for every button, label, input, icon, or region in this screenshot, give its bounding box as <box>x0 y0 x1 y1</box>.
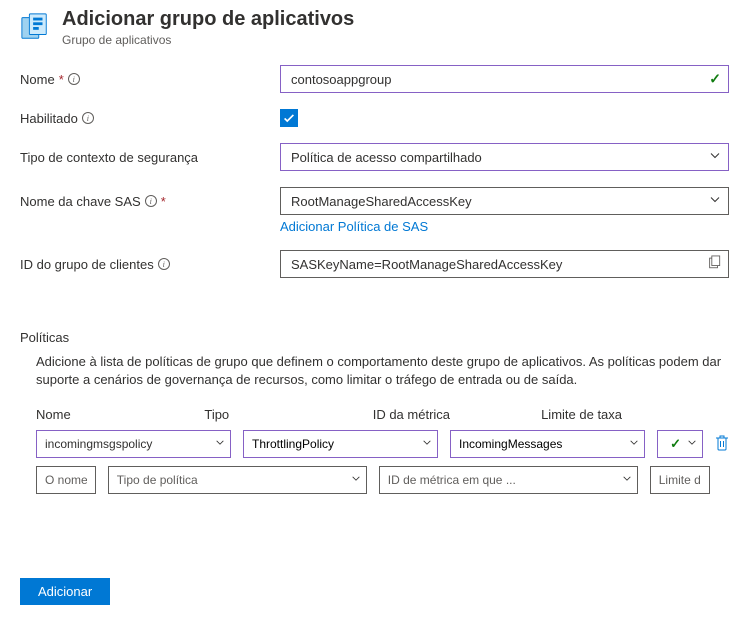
client-id-input[interactable] <box>280 250 729 278</box>
page-title: Adicionar grupo de aplicativos <box>62 8 354 31</box>
col-header-name: Nome <box>36 407 192 422</box>
enabled-checkbox[interactable] <box>280 109 298 127</box>
security-context-label: Tipo de contexto de segurança <box>20 150 280 165</box>
policy-rate-input[interactable] <box>650 466 710 494</box>
enabled-label: Habilitado i <box>20 111 280 126</box>
policy-name-input[interactable] <box>36 466 96 494</box>
sas-key-label: Nome da chave SAS i * <box>20 194 280 209</box>
security-context-select[interactable]: Política de acesso compartilhado <box>280 143 729 171</box>
app-group-icon <box>20 12 50 42</box>
col-header-metric: ID da métrica <box>373 407 529 422</box>
info-icon[interactable]: i <box>145 195 157 207</box>
policy-type-select[interactable]: Tipo de política <box>108 466 367 494</box>
info-icon[interactable]: i <box>82 112 94 124</box>
copy-icon[interactable] <box>707 256 721 273</box>
info-icon[interactable]: i <box>158 258 170 270</box>
add-sas-policy-link[interactable]: Adicionar Política de SAS <box>280 219 428 234</box>
policies-section-title: Políticas <box>0 294 749 353</box>
valid-check-icon: ✓ <box>709 71 721 88</box>
policy-metric-select[interactable]: IncomingMessages <box>450 430 645 458</box>
add-button[interactable]: Adicionar <box>20 578 110 605</box>
valid-check-icon: ✓ <box>670 436 681 452</box>
col-header-rate: Limite de taxa <box>541 407 697 422</box>
page-subtitle: Grupo de aplicativos <box>62 33 354 47</box>
policy-row: ThrottlingPolicy IncomingMessages ✓ <box>36 430 729 458</box>
name-label: Nome * i <box>20 72 280 87</box>
policy-type-select[interactable]: ThrottlingPolicy <box>243 430 438 458</box>
policy-metric-select[interactable]: ID de métrica em que ... <box>379 466 638 494</box>
policy-row-placeholder: Tipo de política ID de métrica em que ..… <box>36 466 729 494</box>
name-input[interactable] <box>280 65 729 93</box>
delete-icon[interactable] <box>715 439 729 454</box>
client-id-label: ID do grupo de clientes i <box>20 257 280 272</box>
sas-key-select[interactable]: RootManageSharedAccessKey <box>280 187 729 215</box>
info-icon[interactable]: i <box>68 73 80 85</box>
policies-description: Adicione à lista de políticas de grupo q… <box>0 353 749 407</box>
policy-name-input[interactable] <box>36 430 231 458</box>
col-header-type: Tipo <box>204 407 360 422</box>
